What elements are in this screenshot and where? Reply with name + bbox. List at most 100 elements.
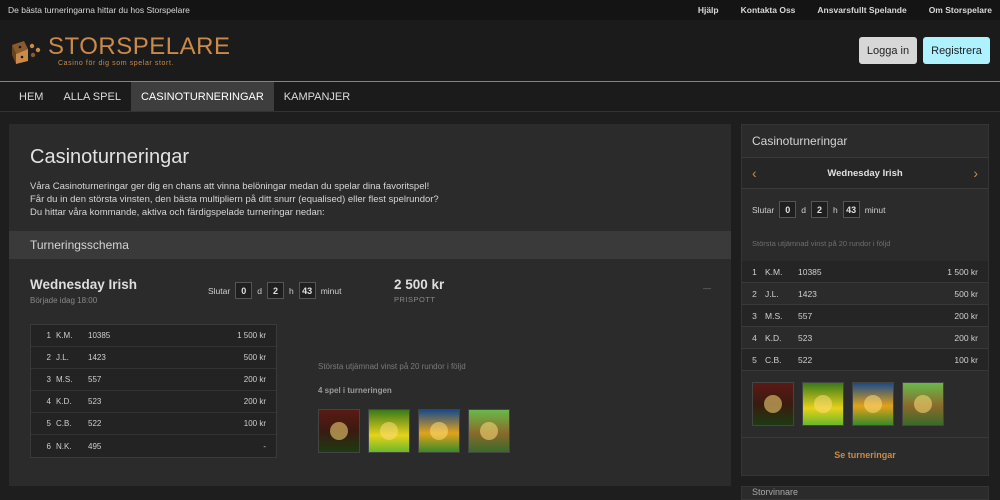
minutes-unit: minut — [864, 204, 886, 215]
rank: 5 — [46, 419, 51, 428]
nav-item-campaigns[interactable]: KAMPANJER — [274, 82, 360, 111]
hours-unit: h — [288, 285, 294, 296]
top-links: Hjälp Kontakta Oss Ansvarsfullt Spelande… — [676, 5, 992, 15]
sidebar-games — [752, 382, 944, 426]
main-nav: HEM ALLA SPEL CASINOTURNERINGAR KAMPANJE… — [0, 82, 1000, 112]
game-thumbnail[interactable] — [802, 382, 844, 426]
prize: 200 kr — [954, 310, 978, 321]
days-value: 0 — [235, 282, 253, 299]
login-button[interactable]: Logga in — [859, 37, 917, 64]
games-count: 4 spel i turneringen — [318, 386, 392, 395]
intro-line: Får du in den största vinsten, den bästa… — [30, 194, 439, 205]
score: 522 — [88, 419, 102, 428]
nav-item-home[interactable]: HEM — [9, 82, 53, 111]
prize: 200 kr — [954, 332, 978, 343]
sidebar-title: Casinoturneringar — [742, 125, 988, 158]
prize: 100 kr — [243, 419, 266, 428]
prize: 500 kr — [954, 288, 978, 299]
main-content: Casinoturneringar Våra Casinoturneringar… — [9, 124, 731, 486]
leaderboard-row: 5 C.B. 522 100 kr — [742, 349, 988, 371]
leaderboard-row: 6 N.K. 495 - — [31, 435, 276, 457]
days-unit: d — [801, 204, 806, 215]
game-thumbnail[interactable] — [468, 409, 510, 453]
leaderboard-row: 1 K.M. 10385 1 500 kr — [742, 261, 988, 283]
leaderboard-row: 1 K.M. 10385 1 500 kr — [31, 325, 276, 347]
rank: 6 — [46, 441, 51, 451]
game-thumbnail[interactable] — [852, 382, 894, 426]
rank: 2 — [46, 353, 51, 362]
leaderboard-row: 5 C.B. 522 100 kr — [31, 413, 276, 435]
prize: 200 kr — [243, 375, 266, 384]
prize-label: PRISPOTT — [394, 295, 436, 304]
leaderboard-row: 4 K.D. 523 200 kr — [31, 391, 276, 413]
player-name: K.M. — [765, 266, 783, 277]
score: 522 — [798, 354, 813, 365]
collapse-toggle[interactable]: — — [703, 284, 711, 293]
tournament-description: Största utjämnad vinst på 20 rundor i fö… — [318, 362, 466, 371]
game-thumbnail[interactable] — [902, 382, 944, 426]
chevron-left-icon[interactable]: ‹ — [752, 165, 757, 181]
chevron-right-icon[interactable]: › — [973, 165, 978, 181]
nav-item-all-games[interactable]: ALLA SPEL — [53, 82, 131, 111]
register-button[interactable]: Registrera — [923, 37, 990, 64]
rank: 5 — [752, 354, 757, 365]
player-name: K.D. — [56, 397, 72, 406]
game-thumbnail[interactable] — [752, 382, 794, 426]
auth-buttons: Logga in Registrera — [859, 37, 990, 64]
player-name: J.L. — [56, 353, 69, 362]
score: 10385 — [798, 266, 822, 277]
sidebar-tournament-name[interactable]: Wednesday Irish — [827, 168, 902, 179]
logo-tagline: Casino för dig som spelar stort. — [58, 60, 175, 67]
minutes-value: 43 — [298, 282, 316, 299]
sidebar-winners: Storvinnare — [741, 486, 989, 500]
nav-item-casino-tournaments[interactable]: CASINOTURNERINGAR — [130, 82, 274, 111]
logo-name: STORSPELARE — [48, 33, 231, 60]
rank: 3 — [752, 310, 757, 321]
tagline: De bästa turneringarna hittar du hos Sto… — [8, 5, 190, 15]
sidebar-leaderboard: 1 K.M. 10385 1 500 kr 2 J.L. 1423 500 kr 3 M.S. 55… — [742, 261, 988, 371]
responsible-gaming-link[interactable]: Ansvarsfullt Spelande — [817, 5, 906, 15]
intro-text: Våra Casinoturneringar ger dig en chans … — [30, 180, 439, 219]
about-link[interactable]: Om Storspelare — [929, 5, 992, 15]
top-bar: De bästa turneringarna hittar du hos Sto… — [0, 0, 1000, 20]
intro-line: Våra Casinoturneringar ger dig en chans … — [30, 181, 430, 192]
help-link[interactable]: Hjälp — [698, 5, 719, 15]
rank: 4 — [752, 332, 757, 343]
game-thumbnail[interactable] — [318, 409, 360, 453]
sidebar-tournaments: Casinoturneringar ‹ Wednesday Irish › Sl… — [741, 124, 989, 476]
prize: 1 500 kr — [237, 331, 266, 340]
tournament-name[interactable]: Wednesday Irish — [30, 277, 137, 292]
tournament-games — [318, 409, 510, 453]
minutes-value: 43 — [842, 201, 860, 218]
score: 523 — [798, 332, 813, 343]
leaderboard-row: 3 M.S. 557 200 kr — [31, 369, 276, 391]
prize: 1 500 kr — [947, 266, 978, 277]
leaderboard-row: 4 K.D. 523 200 kr — [742, 327, 988, 349]
hours-value: 2 — [266, 282, 284, 299]
rank: 1 — [752, 266, 757, 277]
player-name: J.L. — [765, 288, 779, 299]
player-name: C.B. — [56, 419, 72, 428]
site-header: STORSPELARE Casino för dig som spelar st… — [0, 20, 1000, 82]
rank: 2 — [752, 288, 757, 299]
leaderboard-row: 2 J.L. 1423 500 kr — [742, 283, 988, 305]
ends-label: Slutar — [752, 204, 775, 215]
prize: 100 kr — [954, 354, 978, 365]
see-tournaments-link[interactable]: Se turneringar — [742, 450, 988, 460]
score: 10385 — [88, 331, 111, 340]
rank: 4 — [46, 397, 51, 406]
contact-link[interactable]: Kontakta Oss — [741, 5, 796, 15]
prize: - — [263, 441, 266, 451]
sidebar-tournament-nav: ‹ Wednesday Irish › — [742, 158, 988, 189]
days-unit: d — [257, 285, 262, 296]
player-name: M.S. — [56, 375, 73, 384]
game-thumbnail[interactable] — [368, 409, 410, 453]
game-thumbnail[interactable] — [418, 409, 460, 453]
logo[interactable]: STORSPELARE Casino för dig som spelar st… — [10, 34, 230, 67]
score: 557 — [798, 310, 813, 321]
days-value: 0 — [779, 201, 797, 218]
rank: 1 — [46, 331, 51, 340]
hours-value: 2 — [810, 201, 828, 218]
score: 523 — [88, 397, 102, 406]
player-name: K.D. — [765, 332, 782, 343]
